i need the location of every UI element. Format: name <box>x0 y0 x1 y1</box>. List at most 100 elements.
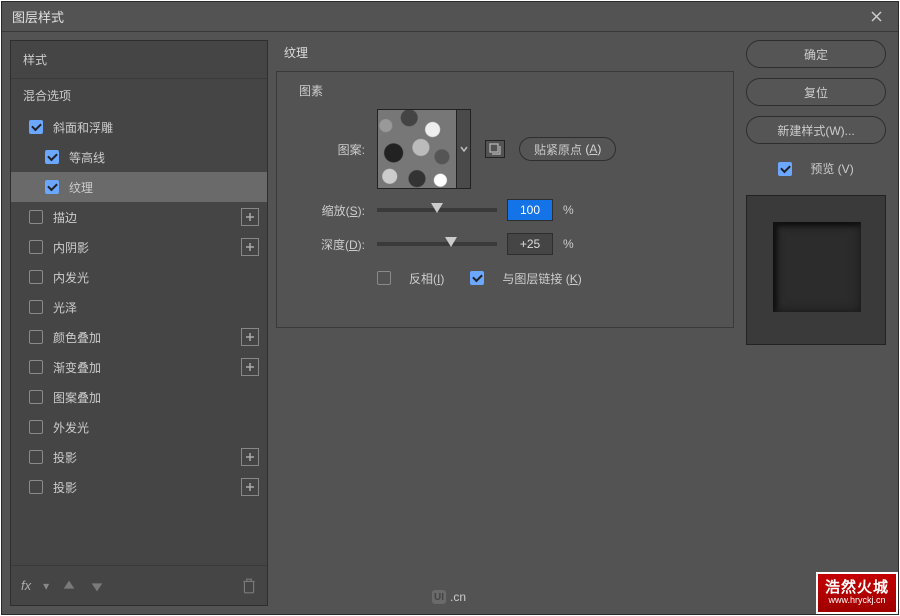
preview-checkbox[interactable]: 预览 (V) <box>778 160 853 177</box>
checkbox-icon[interactable] <box>45 180 59 194</box>
preview-thumbnail <box>746 195 886 345</box>
action-column: 确定 复位 新建样式(W)... 预览 (V) <box>742 40 890 606</box>
style-item-7[interactable]: 颜色叠加 <box>11 322 267 352</box>
plus-icon <box>245 212 255 222</box>
brand-watermark: 浩然火城 www.hryckj.cn <box>816 572 898 614</box>
scale-label: 缩放(S): <box>295 202 365 219</box>
checkbox-icon[interactable] <box>29 270 43 284</box>
style-item-10[interactable]: 外发光 <box>11 412 267 442</box>
style-item-11[interactable]: 投影 <box>11 442 267 472</box>
add-effect-button[interactable] <box>241 478 259 496</box>
snap-origin-button[interactable]: 贴紧原点 (A) <box>519 137 616 161</box>
style-item-label: 等高线 <box>69 149 259 166</box>
scale-input[interactable]: 100 <box>507 199 553 221</box>
style-item-6[interactable]: 光泽 <box>11 292 267 322</box>
checkbox-icon[interactable] <box>29 300 43 314</box>
new-pattern-icon <box>489 143 501 155</box>
style-list: 斜面和浮雕等高线纹理描边内阴影内发光光泽颜色叠加渐变叠加图案叠加外发光投影投影 <box>11 112 267 565</box>
checkbox-icon[interactable] <box>29 240 43 254</box>
checkbox-icon[interactable] <box>29 480 43 494</box>
add-effect-button[interactable] <box>241 328 259 346</box>
arrow-up-icon[interactable] <box>61 578 77 594</box>
depth-label: 深度(D): <box>295 236 365 253</box>
add-effect-button[interactable] <box>241 238 259 256</box>
style-item-8[interactable]: 渐变叠加 <box>11 352 267 382</box>
style-item-9[interactable]: 图案叠加 <box>11 382 267 412</box>
add-effect-button[interactable] <box>241 448 259 466</box>
style-item-label: 投影 <box>53 479 237 496</box>
pattern-label: 图案: <box>295 141 365 158</box>
style-item-1[interactable]: 等高线 <box>11 142 267 172</box>
add-effect-button[interactable] <box>241 358 259 376</box>
ok-button[interactable]: 确定 <box>746 40 886 68</box>
trash-icon[interactable] <box>241 578 257 594</box>
dialog-title: 图层样式 <box>12 7 864 26</box>
camo-pattern-thumb <box>378 110 456 188</box>
style-item-label: 内发光 <box>53 269 259 286</box>
plus-icon <box>245 452 255 462</box>
checkbox-icon[interactable] <box>45 150 59 164</box>
titlebar: 图层样式 <box>2 2 898 32</box>
scale-unit: % <box>563 203 574 217</box>
checkbox-icon[interactable] <box>29 360 43 374</box>
invert-checkbox[interactable]: 反相(I) <box>377 270 444 287</box>
style-item-label: 纹理 <box>69 179 259 196</box>
style-item-label: 外发光 <box>53 419 259 436</box>
blend-options-header[interactable]: 混合选项 <box>11 79 267 112</box>
checkbox-icon[interactable] <box>29 390 43 404</box>
style-item-label: 斜面和浮雕 <box>53 119 259 136</box>
style-item-label: 光泽 <box>53 299 259 316</box>
create-pattern-button[interactable] <box>485 140 505 158</box>
scale-slider[interactable] <box>377 208 497 212</box>
depth-input[interactable]: +25 <box>507 233 553 255</box>
ui-cn-watermark: UI.cn <box>432 590 466 604</box>
section-title: 纹理 <box>276 40 734 65</box>
layer-style-dialog: 图层样式 样式 混合选项 斜面和浮雕等高线纹理描边内阴影内发光光泽颜色叠加渐变叠… <box>1 1 899 615</box>
depth-slider[interactable] <box>377 242 497 246</box>
texture-panel: 图素 图案: 贴紧原点 (A) 缩放(S): <box>276 71 734 328</box>
style-item-label: 描边 <box>53 209 237 226</box>
style-sidebar: 样式 混合选项 斜面和浮雕等高线纹理描边内阴影内发光光泽颜色叠加渐变叠加图案叠加… <box>10 40 268 606</box>
checkbox-icon <box>377 271 391 285</box>
checkbox-icon[interactable] <box>29 450 43 464</box>
plus-icon <box>245 482 255 492</box>
style-item-label: 图案叠加 <box>53 389 259 406</box>
style-item-label: 投影 <box>53 449 237 466</box>
style-item-12[interactable]: 投影 <box>11 472 267 502</box>
reset-button[interactable]: 复位 <box>746 78 886 106</box>
plus-icon <box>245 362 255 372</box>
style-item-label: 内阴影 <box>53 239 237 256</box>
subsection-title: 图素 <box>299 82 719 99</box>
checkbox-icon[interactable] <box>29 210 43 224</box>
style-item-3[interactable]: 描边 <box>11 202 267 232</box>
style-item-label: 渐变叠加 <box>53 359 237 376</box>
slider-thumb-icon <box>445 237 457 247</box>
slider-thumb-icon <box>431 203 443 213</box>
settings-panel: 纹理 图素 图案: 贴紧原点 (A) 缩放 <box>276 40 734 606</box>
close-icon <box>871 11 882 22</box>
fx-menu[interactable]: fx <box>21 578 31 593</box>
pattern-picker[interactable] <box>377 109 457 189</box>
sidebar-footer: fx ▾ <box>11 565 267 605</box>
depth-unit: % <box>563 237 574 251</box>
style-item-4[interactable]: 内阴影 <box>11 232 267 262</box>
checkbox-icon <box>778 162 792 176</box>
checkbox-icon[interactable] <box>29 120 43 134</box>
link-layer-checkbox[interactable]: 与图层链接 (K) <box>470 270 581 287</box>
close-button[interactable] <box>864 5 888 29</box>
styles-header[interactable]: 样式 <box>11 41 267 79</box>
plus-icon <box>245 332 255 342</box>
style-item-5[interactable]: 内发光 <box>11 262 267 292</box>
pattern-dropdown[interactable] <box>457 109 471 189</box>
chevron-down-icon <box>460 145 468 153</box>
new-style-button[interactable]: 新建样式(W)... <box>746 116 886 144</box>
checkbox-icon <box>470 271 484 285</box>
style-item-0[interactable]: 斜面和浮雕 <box>11 112 267 142</box>
checkbox-icon[interactable] <box>29 330 43 344</box>
style-item-2[interactable]: 纹理 <box>11 172 267 202</box>
plus-icon <box>245 242 255 252</box>
arrow-down-icon[interactable] <box>89 578 105 594</box>
checkbox-icon[interactable] <box>29 420 43 434</box>
add-effect-button[interactable] <box>241 208 259 226</box>
style-item-label: 颜色叠加 <box>53 329 237 346</box>
